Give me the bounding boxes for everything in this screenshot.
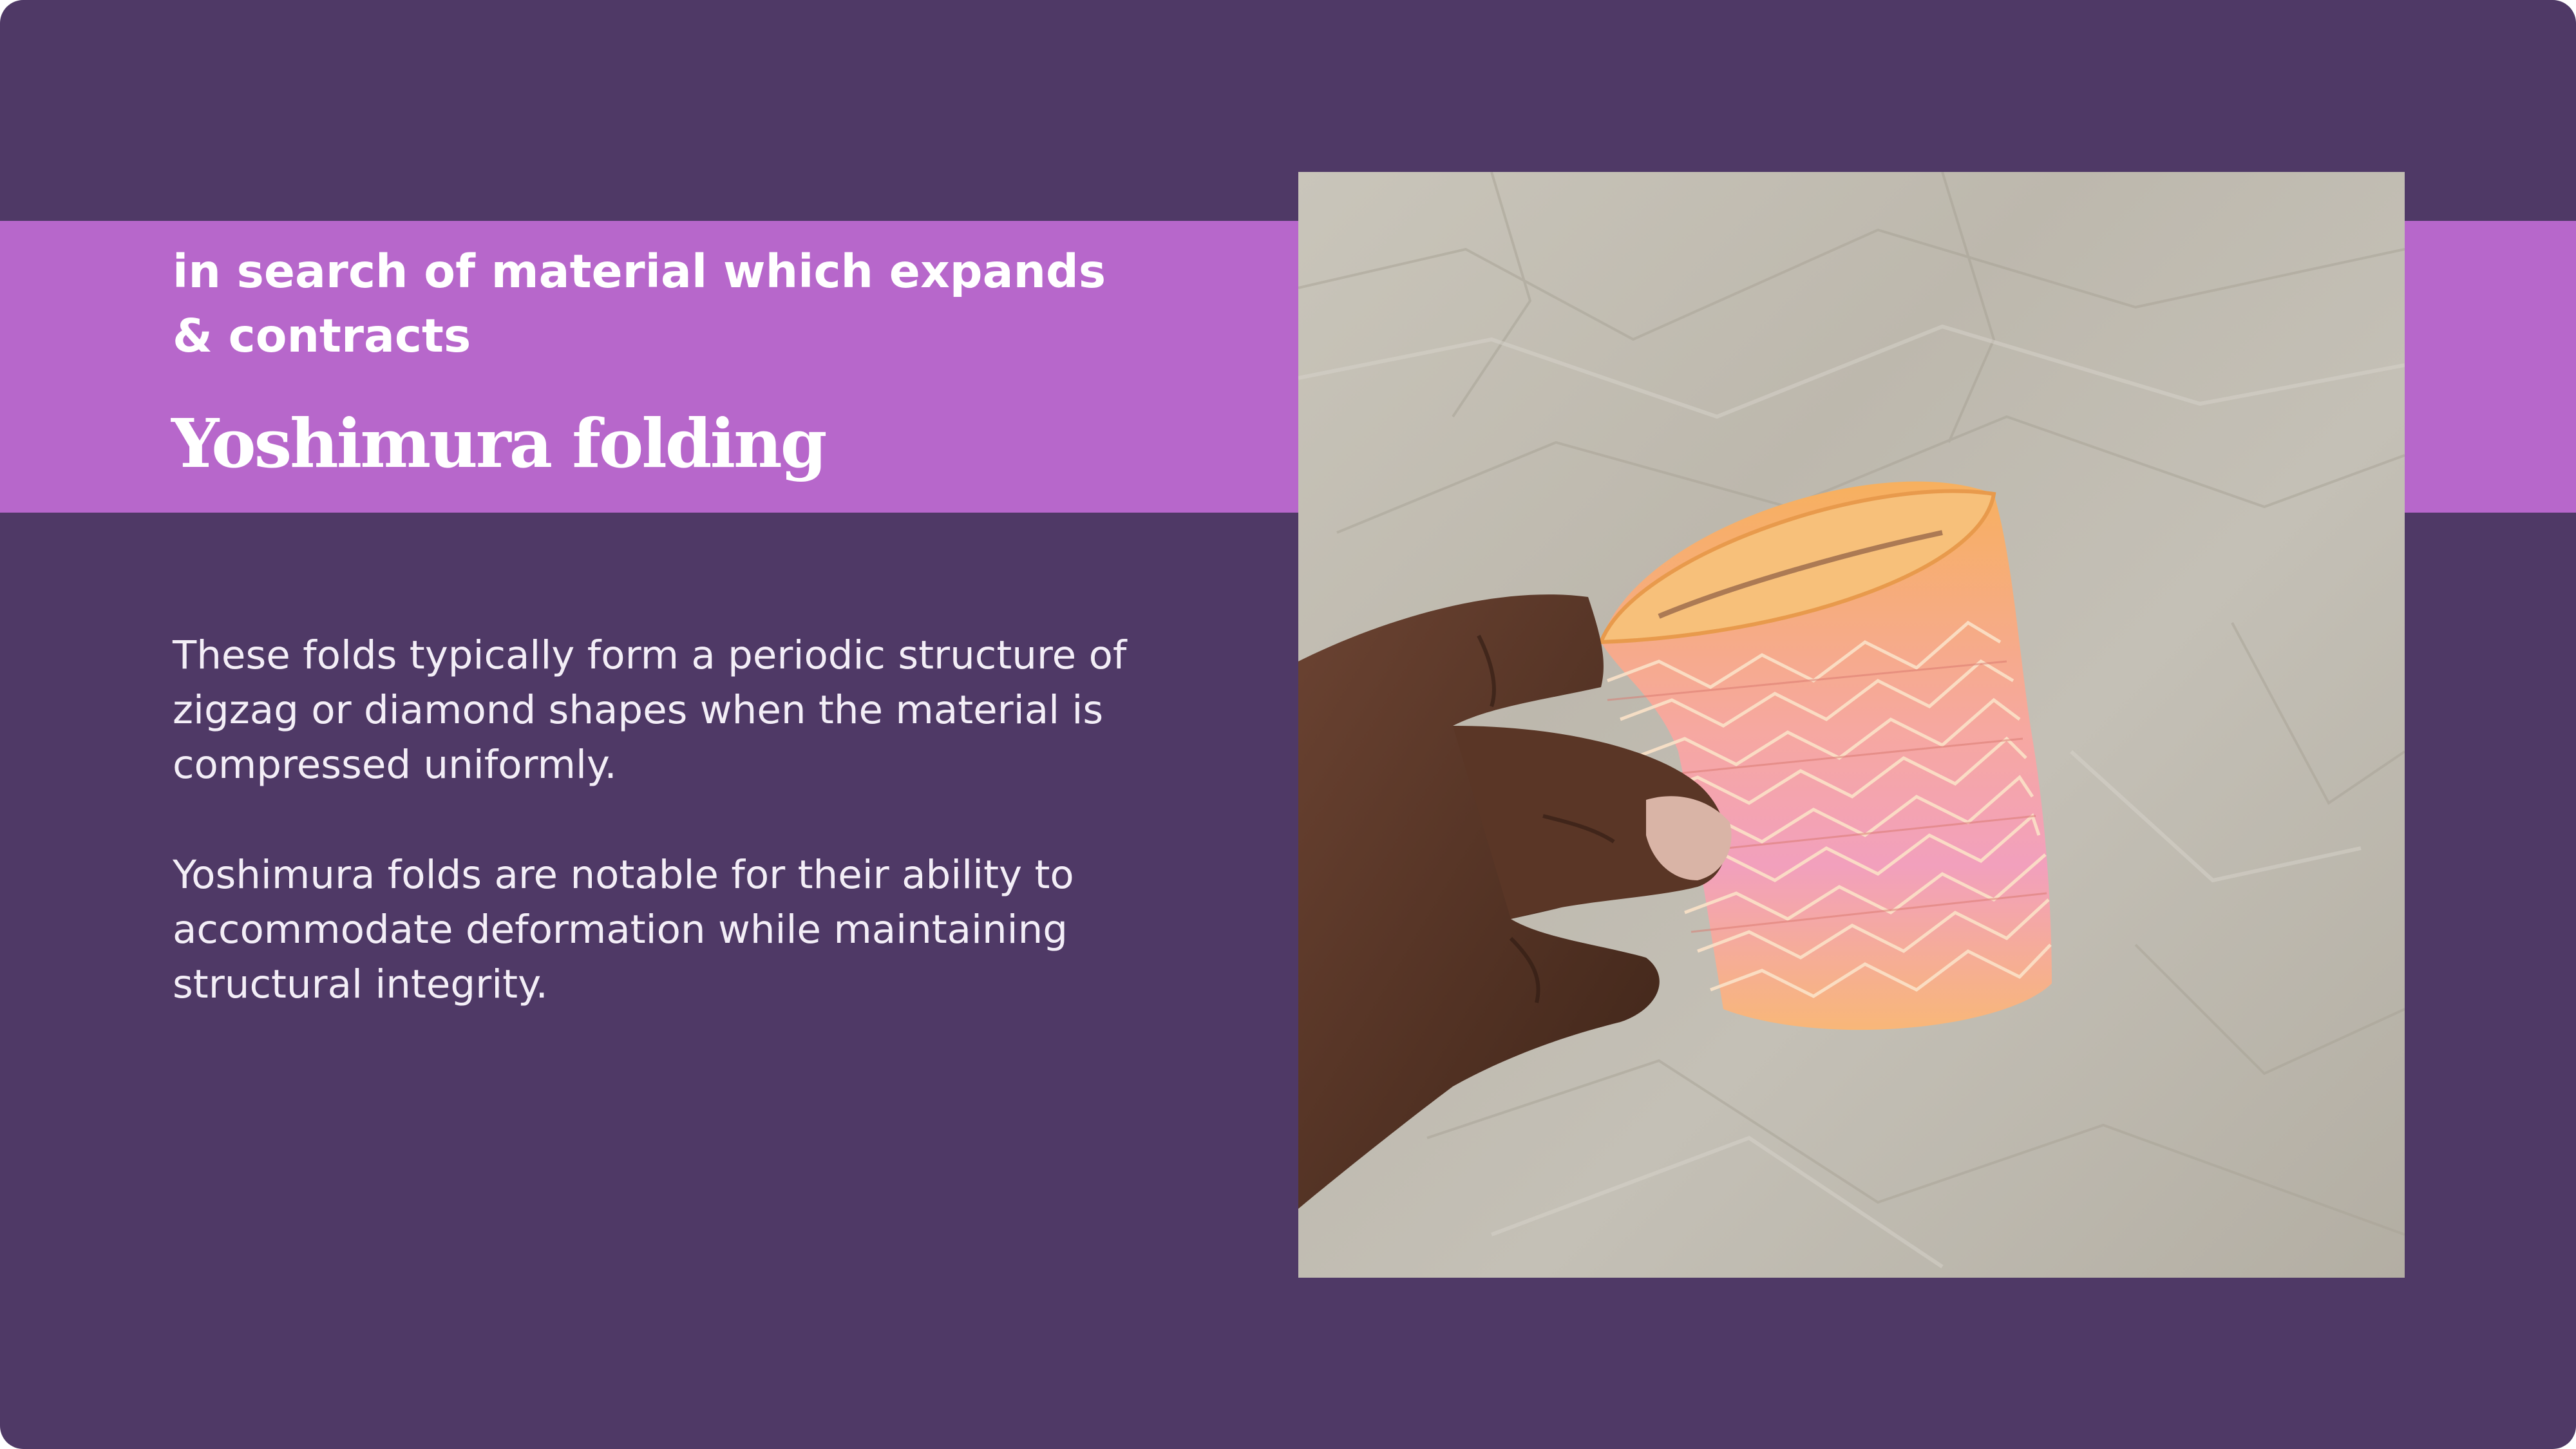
- hand: [1298, 594, 1667, 1209]
- paragraph-periodic-structure: These folds typically form a periodic st…: [173, 632, 1127, 788]
- photo-illustration: [1298, 172, 2405, 1269]
- slide: in search of material which expands & co…: [0, 0, 2576, 1449]
- paragraph-deformation: Yoshimura folds are notable for their ab…: [173, 852, 1074, 1007]
- slide-title: Yoshimura folding: [171, 404, 827, 483]
- subtitle: in search of material which expands & co…: [173, 245, 1106, 363]
- yoshimura-fold-photo: [1298, 172, 2405, 1278]
